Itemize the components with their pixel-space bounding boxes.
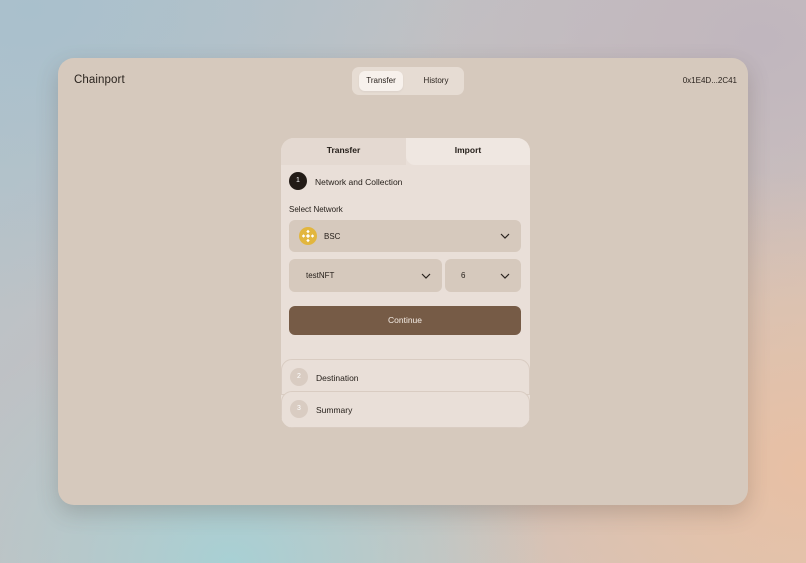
token-id-value: 6 xyxy=(461,271,466,280)
step-3-label: Summary xyxy=(316,405,353,415)
collection-value: testNFT xyxy=(306,271,335,280)
card-tab-import[interactable]: Import xyxy=(406,138,530,165)
top-tab-group: Transfer History xyxy=(352,67,464,95)
step-1-label: Network and Collection xyxy=(315,177,403,187)
step-2-label: Destination xyxy=(316,373,359,383)
tab-history[interactable]: History xyxy=(412,71,460,91)
chevron-down-icon xyxy=(500,233,510,239)
brand-logo-text: Chainport xyxy=(74,74,125,86)
select-network-label: Select Network xyxy=(289,205,343,214)
step-3-summary[interactable]: 3 Summary xyxy=(281,391,530,428)
bnb-coin-icon xyxy=(299,227,317,245)
chevron-down-icon xyxy=(421,273,431,279)
step-1-number: 1 xyxy=(289,172,307,190)
continue-button[interactable]: Continue xyxy=(289,306,521,335)
chevron-down-icon xyxy=(500,273,510,279)
transfer-card: Transfer Import 1 Network and Collection… xyxy=(281,138,530,428)
card-tab-transfer[interactable]: Transfer xyxy=(281,138,406,165)
step-2-number: 2 xyxy=(290,368,308,386)
network-select[interactable]: BSC xyxy=(289,220,521,252)
step-2-destination[interactable]: 2 Destination xyxy=(281,359,530,395)
app-window: Chainport Transfer History 0x1E4D...2C41… xyxy=(58,58,748,505)
token-id-select[interactable]: 6 xyxy=(445,259,521,292)
step-3-number: 3 xyxy=(290,400,308,418)
wallet-address[interactable]: 0x1E4D...2C41 xyxy=(683,76,737,85)
tab-transfer[interactable]: Transfer xyxy=(359,71,403,91)
collection-select[interactable]: testNFT xyxy=(289,259,442,292)
network-value: BSC xyxy=(324,232,341,241)
